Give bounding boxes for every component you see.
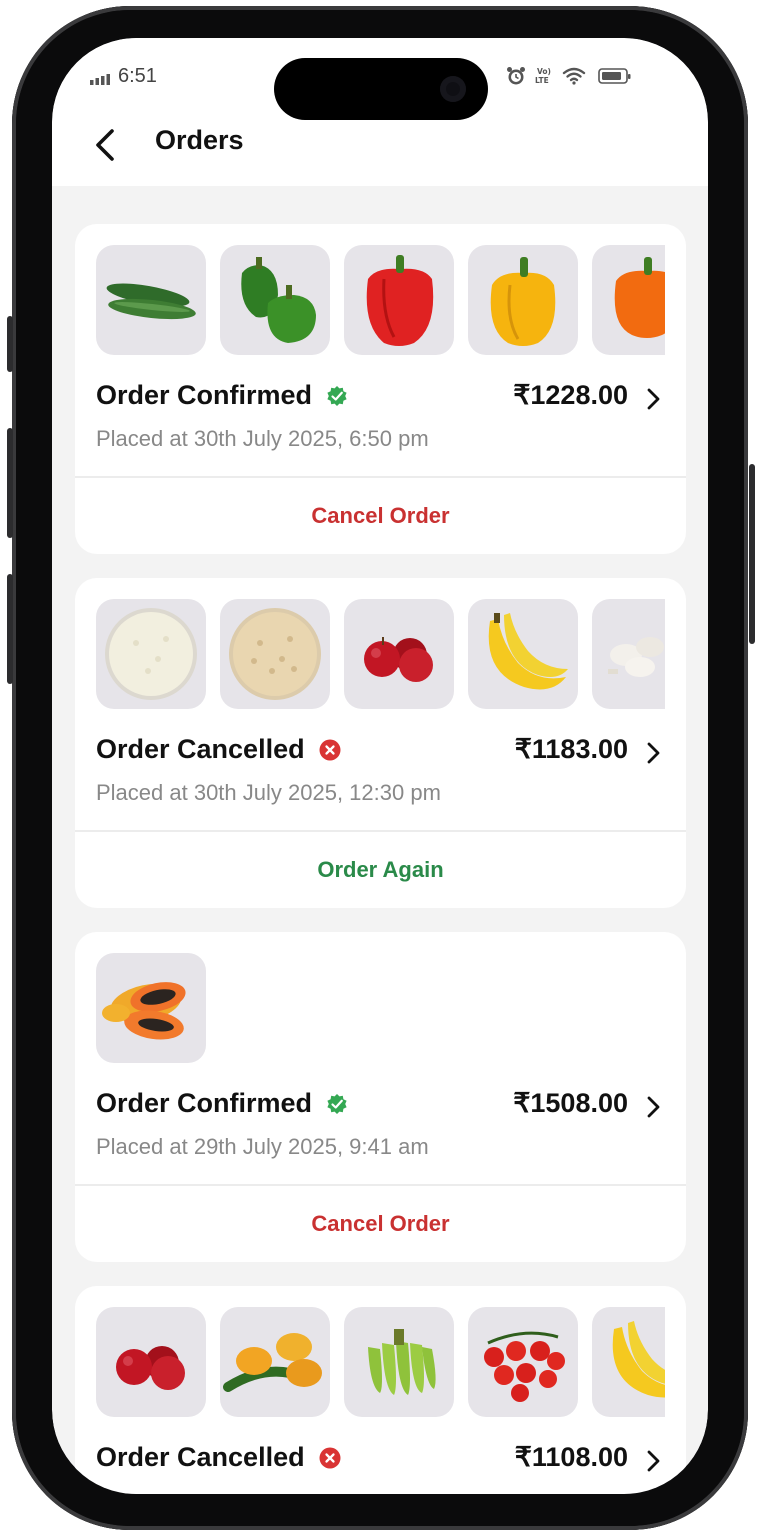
order-card[interactable]: Order Cancelled ₹1108.00	[75, 1286, 686, 1494]
status-icons: Vo) LTE	[506, 66, 632, 86]
cancel-order-button[interactable]: Cancel Order	[75, 1186, 686, 1262]
back-button[interactable]	[92, 127, 122, 163]
product-thumbnails[interactable]	[96, 599, 665, 709]
chevron-right-icon[interactable]	[644, 740, 662, 766]
order-card[interactable]: Order Confirmed ₹1508.00 Placed at 29th …	[75, 932, 686, 1262]
order-status: Order Confirmed	[96, 380, 348, 411]
product-thumb-mangoes	[220, 1307, 330, 1417]
product-thumbnails[interactable]	[96, 953, 665, 1063]
check-badge-icon	[327, 385, 347, 406]
order-status-label: Order Cancelled	[96, 1442, 305, 1472]
order-placed-time: Placed at 29th July 2025, 9:41 am	[96, 1134, 429, 1159]
product-thumbnails[interactable]	[96, 245, 665, 355]
product-thumb-bananas	[592, 1307, 665, 1417]
cancel-badge-icon	[319, 1447, 341, 1468]
order-status: Order Cancelled	[96, 734, 341, 765]
action-button	[7, 316, 13, 372]
dynamic-island	[274, 58, 488, 120]
product-thumb-green-capsicum	[220, 245, 330, 355]
product-thumb-white-rice	[96, 599, 206, 709]
cancel-badge-icon	[319, 739, 341, 760]
product-thumb-orange-capsicum	[592, 245, 665, 355]
svg-text:Vo): Vo)	[537, 67, 551, 76]
product-thumb-bananas	[468, 599, 578, 709]
volte-lte-icon: Vo) LTE	[535, 67, 551, 85]
order-price: ₹1108.00	[514, 1442, 628, 1472]
product-thumb-cherry-tomatoes	[468, 1307, 578, 1417]
svg-text:LTE: LTE	[535, 76, 549, 85]
order-price: ₹1508.00	[513, 1088, 628, 1118]
order-placed-time: Placed at 30th July 2025, 12:30 pm	[96, 780, 441, 805]
product-thumb-red-apples	[96, 1307, 206, 1417]
product-thumb-cucumber	[96, 245, 206, 355]
order-status: Order Cancelled	[96, 1442, 341, 1473]
signal-bars-icon	[90, 74, 110, 85]
volume-up-button	[7, 428, 13, 538]
alarm-icon	[507, 67, 525, 85]
cancel-order-button[interactable]: Cancel Order	[75, 478, 686, 554]
order-price: ₹1183.00	[514, 734, 628, 764]
product-thumb-red-capsicum	[344, 245, 454, 355]
front-camera-icon	[440, 76, 466, 102]
product-thumb-brown-rice	[220, 599, 330, 709]
product-thumbnails[interactable]	[96, 1307, 665, 1417]
volume-down-button	[7, 574, 13, 684]
product-thumb-yellow-capsicum	[468, 245, 578, 355]
chevron-right-icon[interactable]	[644, 386, 662, 412]
order-price: ₹1228.00	[513, 380, 628, 410]
order-status-label: Order Confirmed	[96, 380, 313, 410]
order-again-button[interactable]: Order Again	[75, 832, 686, 908]
order-card[interactable]: Order Confirmed ₹1228.00 Placed at 30th …	[75, 224, 686, 554]
order-status-label: Order Confirmed	[96, 1088, 313, 1118]
product-thumb-papaya	[96, 953, 206, 1063]
check-badge-icon	[327, 1093, 347, 1114]
battery-icon	[598, 68, 631, 84]
product-thumb-red-apples	[344, 599, 454, 709]
order-status: Order Confirmed	[96, 1088, 348, 1119]
wifi-icon	[562, 67, 586, 85]
status-time: 6:51	[118, 65, 157, 87]
product-thumb-mushrooms	[592, 599, 665, 709]
product-thumb-green-bananas	[344, 1307, 454, 1417]
order-placed-time: Placed at 30th July 2025, 6:50 pm	[96, 426, 429, 451]
power-button	[749, 464, 755, 644]
chevron-right-icon[interactable]	[644, 1448, 662, 1474]
page-title: Orders	[155, 125, 244, 155]
order-card[interactable]: Order Cancelled ₹1183.00 Placed at 30th …	[75, 578, 686, 908]
chevron-right-icon[interactable]	[644, 1094, 662, 1120]
order-status-label: Order Cancelled	[96, 734, 305, 764]
